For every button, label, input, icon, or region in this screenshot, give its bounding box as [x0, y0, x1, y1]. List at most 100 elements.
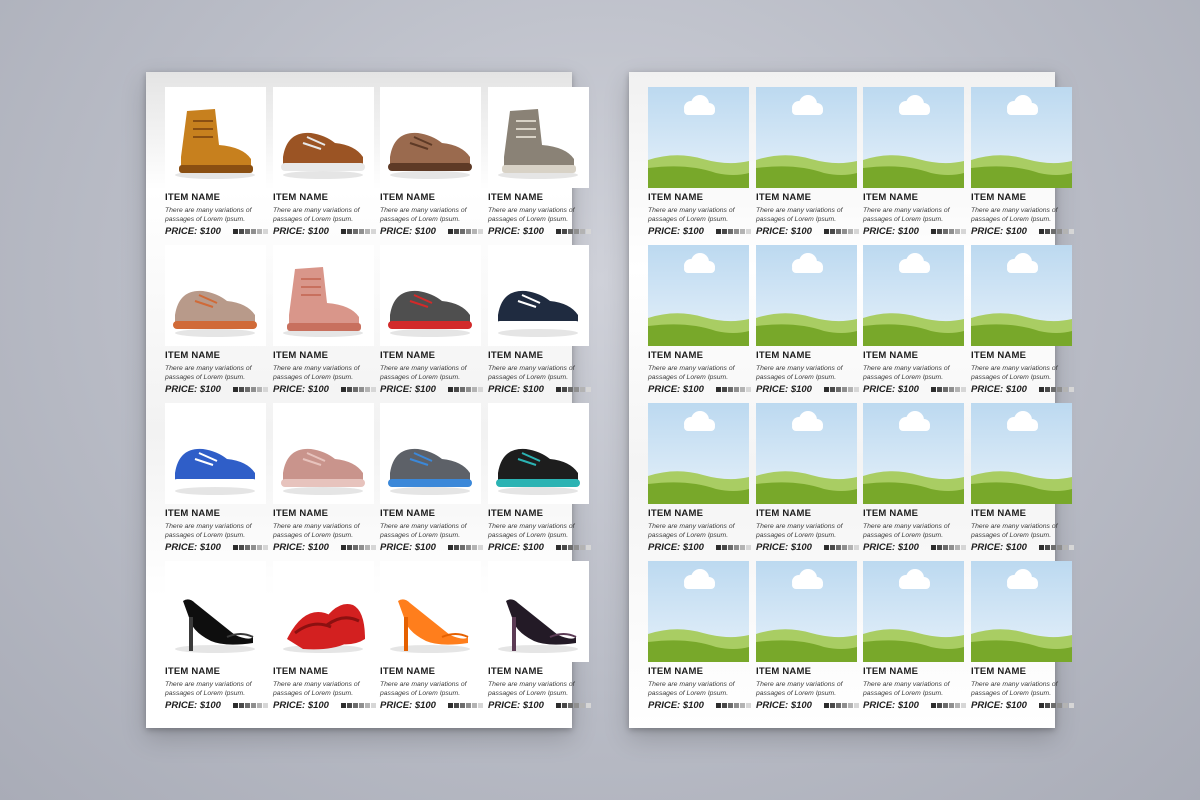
product-card[interactable]: ITEM NAME There are many variations of p…: [165, 87, 268, 237]
product-card[interactable]: ITEM NAME There are many variations of p…: [380, 403, 483, 553]
color-swatch[interactable]: [961, 545, 966, 550]
color-swatch[interactable]: [460, 703, 465, 708]
placeholder-card[interactable]: ITEM NAME There are many variations of p…: [863, 561, 966, 711]
color-swatch[interactable]: [478, 387, 483, 392]
product-image[interactable]: [380, 87, 481, 188]
color-swatch[interactable]: [239, 703, 244, 708]
color-swatch[interactable]: [353, 229, 358, 234]
color-swatch[interactable]: [949, 387, 954, 392]
color-swatch[interactable]: [1069, 545, 1074, 550]
color-swatch[interactable]: [734, 545, 739, 550]
color-swatch[interactable]: [854, 229, 859, 234]
color-swatch[interactable]: [1051, 387, 1056, 392]
color-swatch[interactable]: [824, 703, 829, 708]
color-swatch[interactable]: [836, 703, 841, 708]
placeholder-card[interactable]: ITEM NAME There are many variations of p…: [648, 87, 751, 237]
color-swatch[interactable]: [716, 229, 721, 234]
color-swatch[interactable]: [574, 703, 579, 708]
color-swatch[interactable]: [341, 229, 346, 234]
color-swatch[interactable]: [1057, 545, 1062, 550]
color-swatch[interactable]: [937, 703, 942, 708]
color-swatch[interactable]: [740, 703, 745, 708]
color-swatch[interactable]: [556, 545, 561, 550]
color-swatch[interactable]: [955, 703, 960, 708]
color-swatch[interactable]: [359, 703, 364, 708]
color-swatch[interactable]: [734, 229, 739, 234]
product-image[interactable]: [273, 87, 374, 188]
product-card[interactable]: ITEM NAME There are many variations of p…: [488, 403, 591, 553]
color-swatch[interactable]: [472, 703, 477, 708]
placeholder-image[interactable]: [756, 561, 857, 662]
product-card[interactable]: ITEM NAME There are many variations of p…: [488, 561, 591, 711]
color-swatch[interactable]: [586, 387, 591, 392]
color-swatch[interactable]: [365, 229, 370, 234]
placeholder-card[interactable]: ITEM NAME There are many variations of p…: [756, 561, 859, 711]
placeholder-image[interactable]: [863, 87, 964, 188]
color-swatch[interactable]: [949, 229, 954, 234]
color-swatch[interactable]: [824, 387, 829, 392]
color-swatch[interactable]: [478, 545, 483, 550]
color-swatch[interactable]: [1069, 703, 1074, 708]
color-swatch[interactable]: [574, 545, 579, 550]
color-swatch[interactable]: [740, 387, 745, 392]
color-swatch[interactable]: [448, 387, 453, 392]
color-swatch[interactable]: [1045, 545, 1050, 550]
color-swatch[interactable]: [353, 545, 358, 550]
color-swatch[interactable]: [848, 387, 853, 392]
placeholder-image[interactable]: [971, 561, 1072, 662]
product-card[interactable]: ITEM NAME There are many variations of p…: [273, 561, 376, 711]
color-swatch[interactable]: [728, 545, 733, 550]
color-swatch[interactable]: [722, 703, 727, 708]
color-swatch[interactable]: [1039, 545, 1044, 550]
color-swatch[interactable]: [937, 387, 942, 392]
placeholder-card[interactable]: ITEM NAME There are many variations of p…: [756, 245, 859, 395]
color-swatch[interactable]: [478, 703, 483, 708]
color-swatch[interactable]: [1039, 387, 1044, 392]
color-swatch[interactable]: [257, 387, 262, 392]
color-swatch[interactable]: [842, 387, 847, 392]
color-swatch[interactable]: [562, 229, 567, 234]
product-image[interactable]: [273, 403, 374, 504]
color-swatch[interactable]: [949, 703, 954, 708]
product-image[interactable]: [380, 403, 481, 504]
color-swatch[interactable]: [586, 703, 591, 708]
color-swatch[interactable]: [961, 229, 966, 234]
placeholder-card[interactable]: ITEM NAME There are many variations of p…: [971, 561, 1074, 711]
product-image[interactable]: [488, 403, 589, 504]
color-swatch[interactable]: [568, 387, 573, 392]
color-swatch[interactable]: [341, 545, 346, 550]
product-card[interactable]: ITEM NAME There are many variations of p…: [273, 403, 376, 553]
color-swatch[interactable]: [454, 387, 459, 392]
color-swatch[interactable]: [848, 229, 853, 234]
product-image[interactable]: [273, 561, 374, 662]
color-swatch[interactable]: [245, 545, 250, 550]
placeholder-card[interactable]: ITEM NAME There are many variations of p…: [648, 245, 751, 395]
color-swatch[interactable]: [251, 229, 256, 234]
color-swatch[interactable]: [580, 387, 585, 392]
color-swatch[interactable]: [842, 229, 847, 234]
color-swatch[interactable]: [233, 545, 238, 550]
color-swatch[interactable]: [263, 387, 268, 392]
color-swatch[interactable]: [460, 545, 465, 550]
color-swatch[interactable]: [562, 703, 567, 708]
color-swatch[interactable]: [830, 703, 835, 708]
color-swatch[interactable]: [943, 545, 948, 550]
color-swatch[interactable]: [746, 387, 751, 392]
color-swatch[interactable]: [257, 545, 262, 550]
product-card[interactable]: ITEM NAME There are many variations of p…: [380, 87, 483, 237]
color-swatch[interactable]: [586, 545, 591, 550]
color-swatch[interactable]: [1039, 703, 1044, 708]
product-card[interactable]: ITEM NAME There are many variations of p…: [165, 245, 268, 395]
placeholder-image[interactable]: [971, 403, 1072, 504]
placeholder-card[interactable]: ITEM NAME There are many variations of p…: [971, 87, 1074, 237]
color-swatch[interactable]: [830, 387, 835, 392]
color-swatch[interactable]: [728, 387, 733, 392]
color-swatch[interactable]: [740, 545, 745, 550]
placeholder-image[interactable]: [648, 245, 749, 346]
color-swatch[interactable]: [556, 703, 561, 708]
color-swatch[interactable]: [836, 387, 841, 392]
color-swatch[interactable]: [556, 229, 561, 234]
color-swatch[interactable]: [1057, 229, 1062, 234]
color-swatch[interactable]: [1057, 387, 1062, 392]
color-swatch[interactable]: [233, 387, 238, 392]
